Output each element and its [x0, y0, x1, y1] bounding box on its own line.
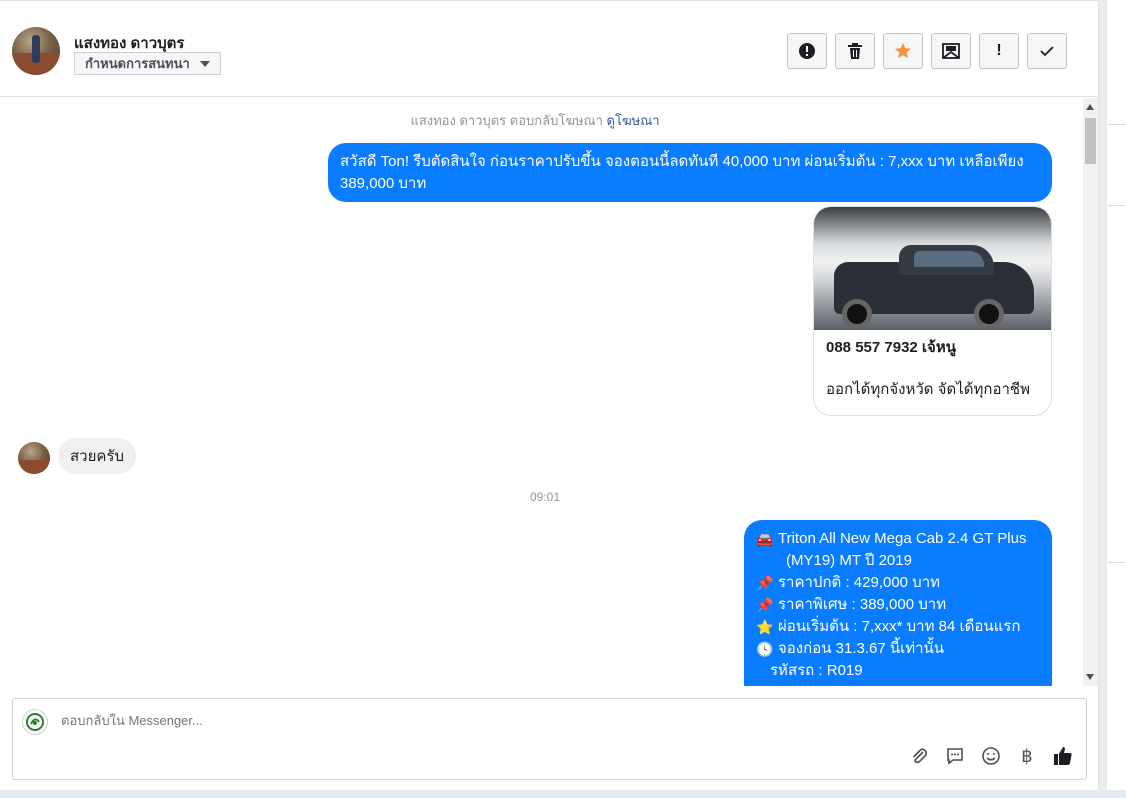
- divider: [1107, 205, 1126, 206]
- conversation-panel: แสงทอง ดาวบุตร กำหนดการสนทนา ! แสงทอง ดา…: [0, 0, 1098, 798]
- star-icon: ⭐: [756, 619, 774, 635]
- scroll-down-icon[interactable]: [1086, 674, 1094, 680]
- card-title: 088 557 7932 เจ้หนู: [826, 339, 956, 356]
- detail-line: 🕓 จองก่อน 31.3.67 นี้เท่านั้น: [756, 638, 1040, 660]
- detail-text: ผ่อนเริ่มต้น : 7,xxx* บาท 84 เดือนแรก: [778, 618, 1021, 635]
- contact-avatar[interactable]: [12, 27, 60, 75]
- thread-scrollbar[interactable]: [1083, 98, 1098, 686]
- composer-toolbar: ฿: [908, 745, 1074, 767]
- trash-icon: [848, 43, 862, 59]
- avatar-person: [32, 35, 40, 63]
- sender-avatar[interactable]: [18, 442, 50, 474]
- page-avatar: [22, 709, 48, 735]
- payment-button[interactable]: ฿: [1016, 745, 1038, 767]
- caret-down-icon: [199, 60, 210, 67]
- truck-image[interactable]: [814, 207, 1051, 330]
- outgoing-message-details[interactable]: 🚘 Triton All New Mega Cab 2.4 GT Plus (M…: [744, 520, 1052, 686]
- detail-line: 🚘 Triton All New Mega Cab 2.4 GT Plus: [756, 528, 1040, 550]
- detail-line-cont: (MY19) MT ปี 2019: [786, 552, 912, 569]
- detail-text: จองก่อน 31.3.67 นี้เท่านั้น: [778, 640, 945, 657]
- ad-reply-notice: แสงทอง ดาวบุตร ตอบกลับโฆษณา ดูโฆษณา: [0, 110, 1070, 131]
- detail-line: 📌 ราคาพิเศษ : 389,000 บาท: [756, 594, 1040, 616]
- pin-icon: 📌: [756, 597, 774, 613]
- truck-wheel: [974, 299, 1004, 329]
- scroll-thumb[interactable]: [1085, 118, 1096, 164]
- conversation-header: แสงทอง ดาวบุตร กำหนดการสนทนา !: [0, 3, 1098, 97]
- card-subtitle: ออกได้ทุกจังหวัด จัดได้ทุกอาชีพ: [826, 381, 1030, 398]
- star-button[interactable]: [883, 33, 923, 69]
- alert-circle-icon: [799, 43, 815, 59]
- divider: [1107, 124, 1126, 125]
- thumbs-up-icon: [1054, 747, 1072, 765]
- bottom-edge: [0, 790, 1126, 798]
- right-panel-surface: [1107, 0, 1126, 790]
- right-side-panel: [1098, 0, 1126, 798]
- detail-text: Triton All New Mega Cab 2.4 GT Plus: [778, 530, 1027, 547]
- divider: [1107, 562, 1126, 563]
- assign-conversation-dropdown[interactable]: กำหนดการสนทนา: [74, 52, 221, 75]
- ad-card[interactable]: 088 557 7932 เจ้หนู ออกได้ทุกจังหวัด จัด…: [813, 206, 1052, 416]
- assign-label: กำหนดการสนทนา: [85, 56, 190, 71]
- truck-window: [914, 251, 984, 267]
- avatar-ground: [18, 459, 50, 474]
- exclamation-icon: !: [996, 42, 1002, 59]
- outgoing-message[interactable]: สวัสดี Ton! รีบตัดสินใจ ก่อนราคาปรับขึ้น…: [328, 143, 1052, 202]
- page-logo-icon: [26, 713, 44, 731]
- emoji-button[interactable]: [980, 745, 1002, 767]
- star-icon: [895, 43, 911, 59]
- delete-button[interactable]: [835, 33, 875, 69]
- mark-done-button[interactable]: [1027, 33, 1067, 69]
- message-thread[interactable]: แสงทอง ดาวบุตร ตอบกลับโฆษณา ดูโฆษณา สวัส…: [0, 98, 1083, 686]
- scroll-up-icon[interactable]: [1086, 104, 1094, 110]
- clock-icon: 🕓: [756, 641, 774, 657]
- view-ad-link[interactable]: ดูโฆษณา: [607, 113, 660, 128]
- reply-composer[interactable]: ฿: [12, 698, 1087, 780]
- spam-button[interactable]: [787, 33, 827, 69]
- like-button[interactable]: [1052, 745, 1074, 767]
- detail-text: ราคาปกติ : 429,000 บาท: [778, 574, 941, 591]
- follow-up-button[interactable]: !: [979, 33, 1019, 69]
- message-timestamp: 09:01: [529, 490, 561, 504]
- reply-input[interactable]: [61, 713, 661, 728]
- detail-line: 📌 ราคาปกติ : 429,000 บาท: [756, 572, 1040, 594]
- truck-wheel: [842, 299, 872, 329]
- detail-text: ราคาพิเศษ : 389,000 บาท: [778, 596, 947, 613]
- baht-icon: ฿: [1021, 745, 1033, 766]
- attach-button[interactable]: [908, 745, 930, 767]
- smiley-icon: [982, 747, 1000, 765]
- mark-unread-button[interactable]: [931, 33, 971, 69]
- saved-replies-button[interactable]: [944, 745, 966, 767]
- incoming-message[interactable]: สวยครับ: [58, 438, 136, 474]
- chat-bubble-icon: [947, 748, 963, 765]
- paperclip-icon: [912, 748, 928, 764]
- detail-line: รหัสรถ : R019: [770, 662, 863, 679]
- envelope-icon: [942, 43, 960, 59]
- ad-reply-text: แสงทอง ดาวบุตร ตอบกลับโฆษณา: [410, 113, 603, 128]
- detail-line: ⭐ ผ่อนเริ่มต้น : 7,xxx* บาท 84 เดือนแรก: [756, 616, 1040, 638]
- car-icon: 🚘: [756, 531, 774, 547]
- pin-icon: 📌: [756, 575, 774, 591]
- check-icon: [1040, 46, 1054, 57]
